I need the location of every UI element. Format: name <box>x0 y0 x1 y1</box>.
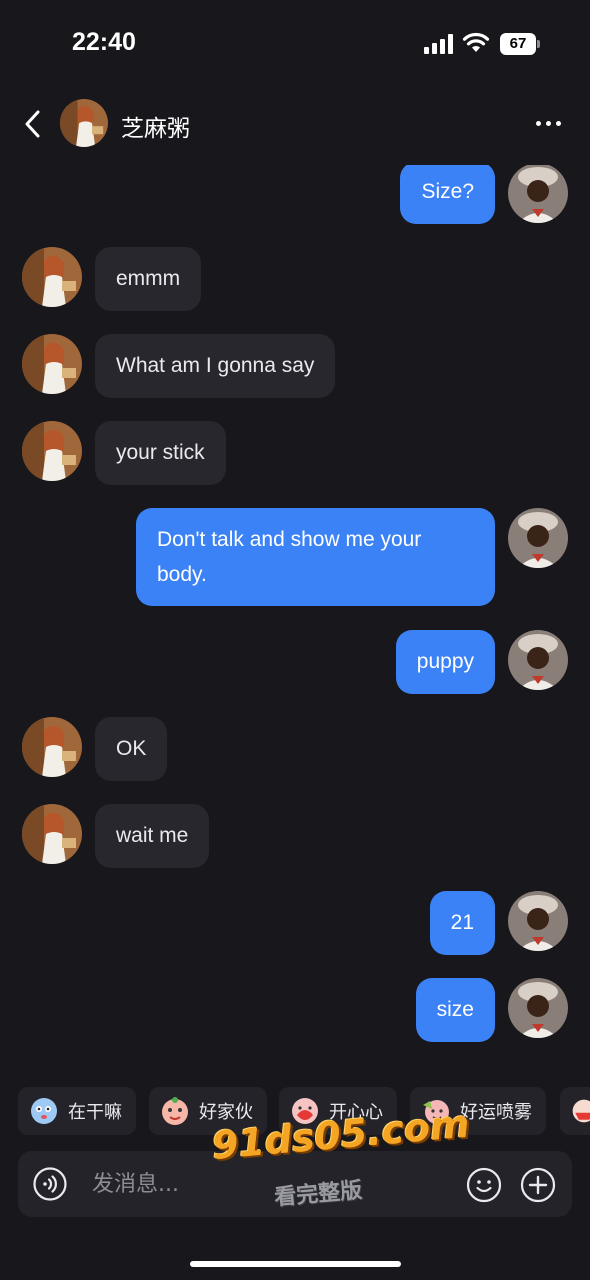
message-bubble-received[interactable]: OK <box>95 717 168 781</box>
sticker-icon <box>572 1099 590 1123</box>
quick-reply-label: 在干嘛 <box>68 1102 122 1123</box>
quick-reply-chip[interactable]: 在干嘛 <box>18 1087 136 1135</box>
message-bubble-received[interactable]: your stick <box>95 421 226 485</box>
status-time: 22:40 <box>72 28 136 56</box>
sticker-icon <box>423 1100 449 1124</box>
my-avatar[interactable] <box>508 891 568 951</box>
contact-avatar[interactable] <box>22 804 82 864</box>
message-bubble-sent[interactable]: 21 <box>429 891 495 955</box>
more-options-button[interactable] <box>534 116 564 132</box>
contact-avatar[interactable] <box>22 247 82 307</box>
message-bubble-sent[interactable]: puppy <box>395 630 495 694</box>
sticker-icon <box>31 1098 57 1124</box>
quick-reply-label: 好运喷雾 <box>460 1102 532 1123</box>
voice-input-button[interactable] <box>33 1167 67 1201</box>
contact-avatar[interactable] <box>60 99 108 147</box>
quick-reply-label: 开心心 <box>329 1102 383 1123</box>
battery-level: 67 <box>509 35 527 52</box>
contact-avatar[interactable] <box>22 717 82 777</box>
quick-reply-chip[interactable]: 好运喷雾 <box>410 1087 546 1135</box>
message-bubble-received[interactable]: What am I gonna say <box>95 334 336 398</box>
plus-button[interactable] <box>520 1167 556 1203</box>
quick-reply-label: 好家伙 <box>199 1102 253 1123</box>
battery-icon: 67 <box>500 33 540 55</box>
message-bubble-sent[interactable]: Don't talk and show me your body. <box>136 508 495 606</box>
quick-reply-chip[interactable]: 开心心 <box>279 1087 397 1135</box>
quick-reply-chip[interactable]: 好家伙 <box>149 1087 267 1135</box>
message-bubble-sent[interactable]: Size? <box>400 165 495 224</box>
message-input-bar <box>18 1151 572 1217</box>
status-bar: 22:40 67 <box>0 0 590 88</box>
chat-header: 芝麻粥 <box>0 92 590 156</box>
my-avatar[interactable] <box>508 978 568 1038</box>
wifi-icon <box>462 32 490 52</box>
contact-name: 芝麻粥 <box>121 116 190 142</box>
my-avatar[interactable] <box>508 508 568 568</box>
sticker-icon <box>292 1098 318 1124</box>
my-avatar[interactable] <box>508 630 568 690</box>
contact-avatar[interactable] <box>22 421 82 481</box>
message-bubble-received[interactable]: wait me <box>95 804 210 868</box>
home-indicator[interactable] <box>190 1261 401 1267</box>
quick-reply-bar[interactable]: 在干嘛 好家伙 开心心 好运喷雾 <box>0 1087 590 1137</box>
message-bubble-received[interactable]: emmm <box>95 247 202 311</box>
sticker-icon <box>162 1097 188 1125</box>
message-input[interactable] <box>92 1161 392 1207</box>
message-bubble-sent[interactable]: size <box>415 978 495 1042</box>
message-list[interactable]: Size? emmm What am I gonna say your stic… <box>0 165 590 1065</box>
cellular-signal-icon <box>424 34 454 54</box>
emoji-button[interactable] <box>466 1167 502 1203</box>
quick-reply-chip[interactable] <box>560 1087 590 1135</box>
my-avatar[interactable] <box>508 165 568 223</box>
back-button[interactable] <box>18 104 50 144</box>
contact-avatar[interactable] <box>22 334 82 394</box>
